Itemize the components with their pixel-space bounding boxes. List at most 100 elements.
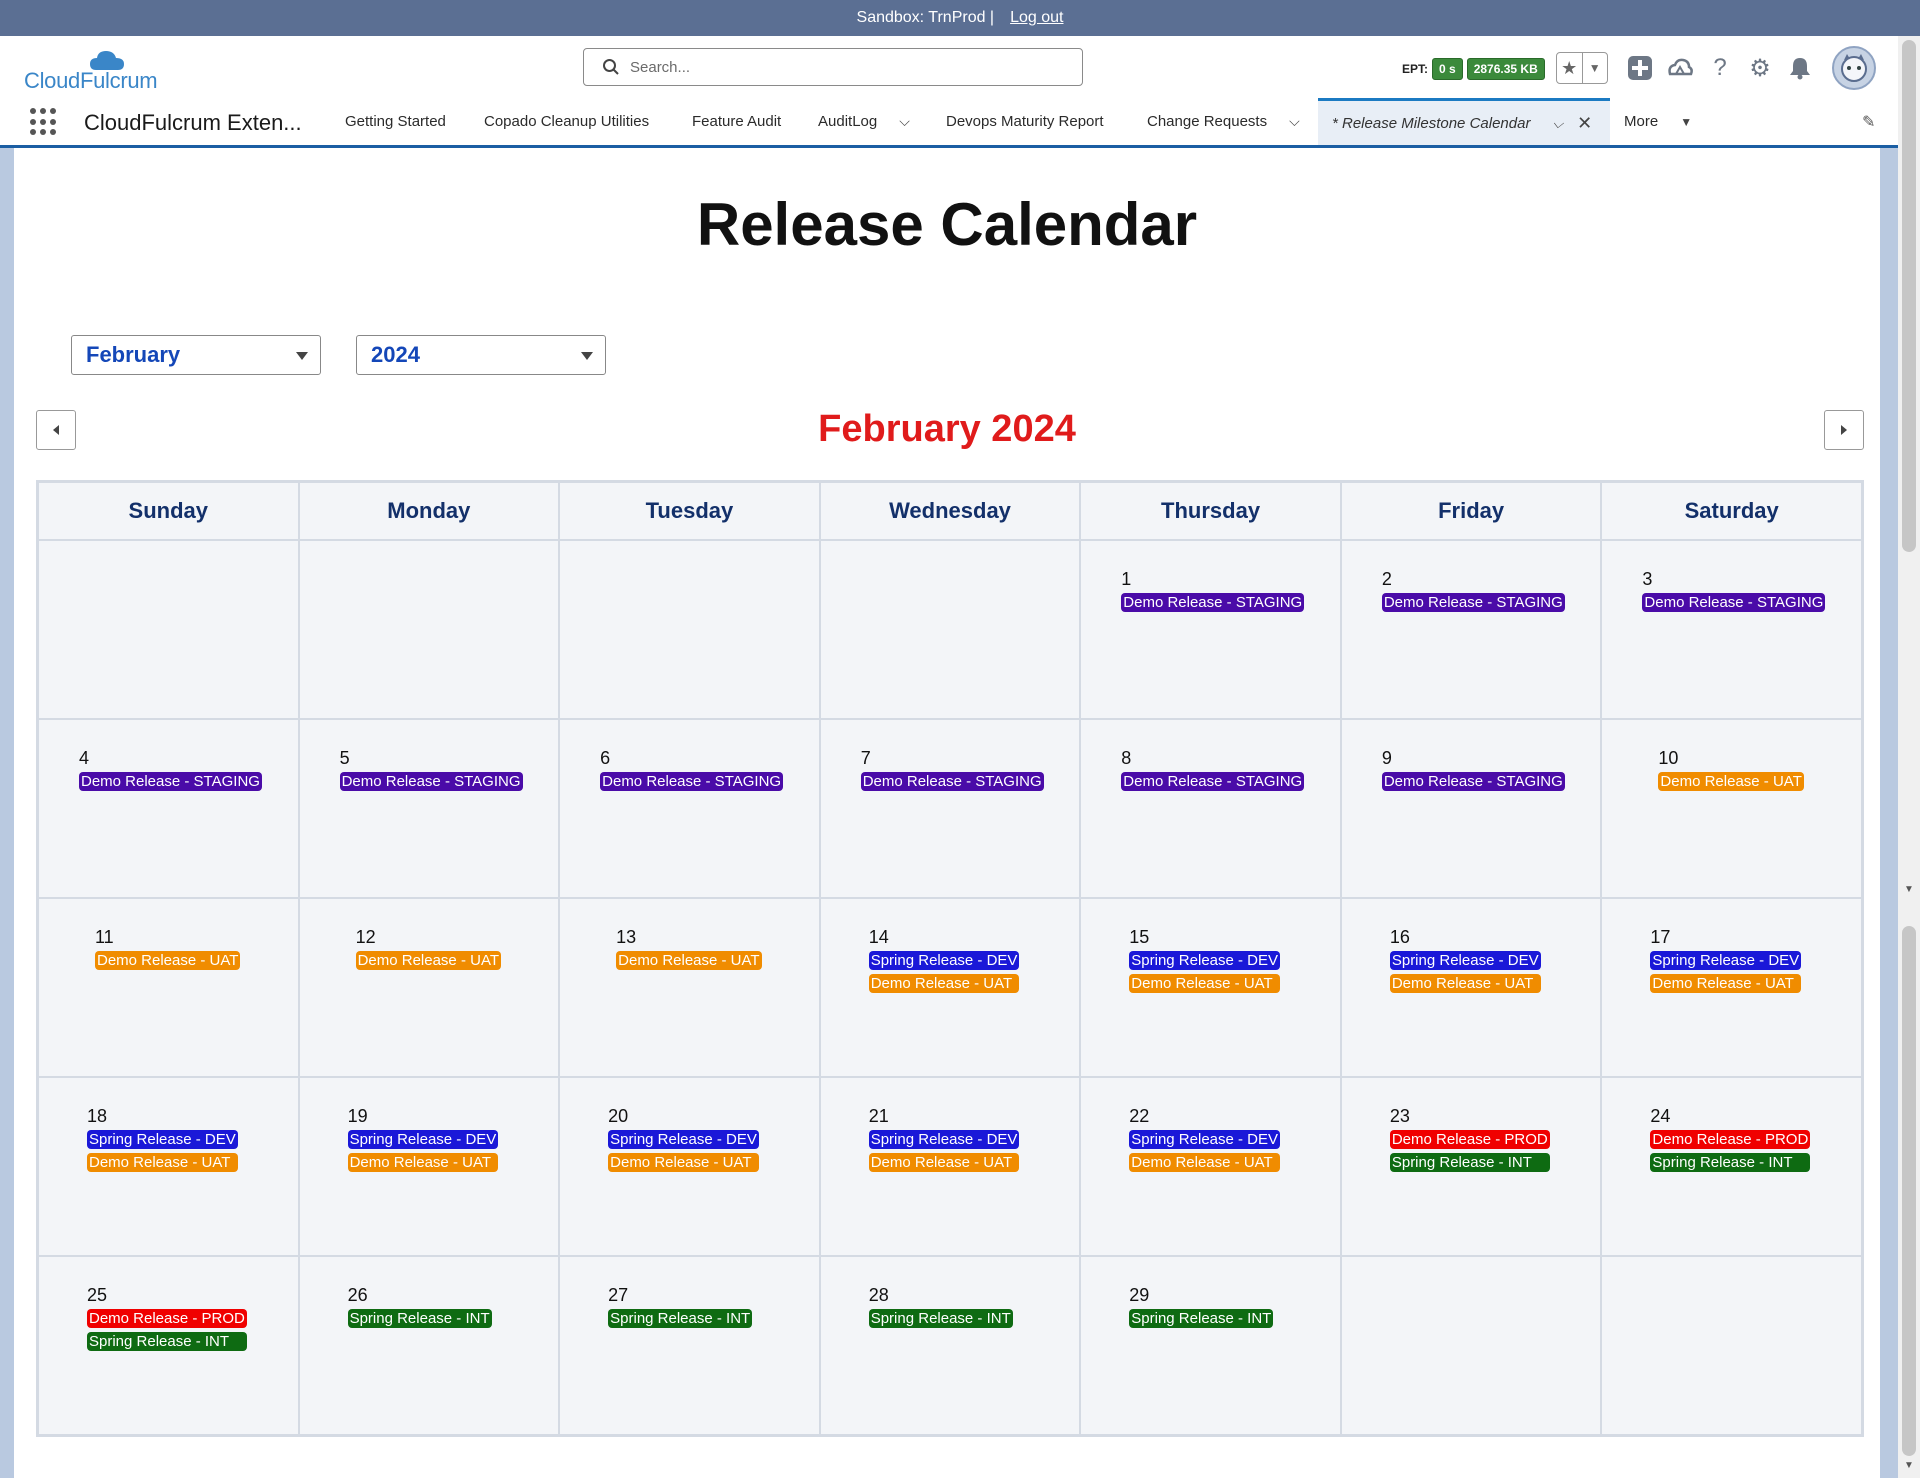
user-avatar[interactable] bbox=[1832, 46, 1876, 90]
release-event-badge[interactable]: Spring Release - DEV bbox=[608, 1130, 759, 1149]
release-event-badge[interactable]: Demo Release - STAGING bbox=[1381, 593, 1565, 612]
logo[interactable]: CloudFulcrum bbox=[24, 48, 164, 94]
release-event-badge[interactable]: Demo Release - STAGING bbox=[600, 772, 784, 791]
chevron-down-icon[interactable]: ⌵ bbox=[899, 113, 910, 130]
logout-link[interactable]: Log out bbox=[1010, 9, 1063, 27]
calendar-day-cell[interactable]: 19 Spring Release - DEV Demo Release - UAT bbox=[298, 1077, 560, 1256]
calendar-day-cell[interactable]: 26 Spring Release - INT bbox=[298, 1256, 560, 1435]
gear-icon[interactable]: ⚙ bbox=[1746, 54, 1774, 82]
calendar-day-cell[interactable]: 27 Spring Release - INT bbox=[559, 1256, 820, 1435]
tab-change-requests[interactable]: Change Requests ⌵ bbox=[1147, 98, 1300, 145]
calendar-day-cell[interactable]: 25 Demo Release - PROD Spring Release - IN… bbox=[38, 1256, 299, 1435]
release-event-badge[interactable]: Spring Release - INT bbox=[1129, 1309, 1274, 1328]
calendar-day-cell[interactable]: 14 Spring Release - DEV Demo Release - UAT bbox=[819, 898, 1081, 1077]
release-event-badge[interactable]: Spring Release - INT bbox=[868, 1309, 1013, 1328]
app-launcher-icon[interactable] bbox=[30, 108, 58, 136]
scrollbar-thumb[interactable] bbox=[1902, 40, 1916, 552]
tab-more[interactable]: More ▼ bbox=[1624, 98, 1692, 145]
search-input[interactable] bbox=[630, 58, 1050, 76]
release-event-badge[interactable]: Spring Release - INT bbox=[347, 1309, 492, 1328]
chevron-down-icon[interactable]: ⌵ bbox=[1552, 115, 1563, 132]
release-event-badge[interactable]: Spring Release - DEV bbox=[347, 1130, 499, 1149]
edit-nav-icon[interactable]: ✎ bbox=[1862, 112, 1875, 132]
add-icon[interactable] bbox=[1626, 54, 1654, 82]
calendar-day-cell[interactable]: 5 Demo Release - STAGING bbox=[298, 719, 560, 898]
year-select[interactable]: 2024 bbox=[356, 335, 606, 375]
calendar-day-cell[interactable]: 10 Demo Release - UAT bbox=[1601, 719, 1862, 898]
calendar-day-cell[interactable]: 1 Demo Release - STAGING bbox=[1080, 540, 1341, 719]
release-event-badge[interactable]: Demo Release - STAGING bbox=[79, 772, 262, 791]
release-event-badge[interactable]: Demo Release - UAT bbox=[1650, 974, 1802, 993]
release-event-badge[interactable]: Demo Release - STAGING bbox=[339, 772, 523, 791]
release-event-badge[interactable]: Demo Release - UAT bbox=[87, 1153, 238, 1172]
tab-devops-maturity-report[interactable]: Devops Maturity Report bbox=[946, 98, 1104, 145]
release-event-badge[interactable]: Demo Release - UAT bbox=[355, 951, 501, 970]
release-event-badge[interactable]: Demo Release - UAT bbox=[868, 974, 1020, 993]
calendar-day-cell[interactable]: 4 Demo Release - STAGING bbox=[38, 719, 299, 898]
release-event-badge[interactable]: Spring Release - DEV bbox=[1650, 951, 1802, 970]
calendar-day-cell[interactable]: 7 Demo Release - STAGING bbox=[819, 719, 1081, 898]
calendar-day-cell[interactable]: 23 Demo Release - PROD Spring Release - IN… bbox=[1340, 1077, 1602, 1256]
release-event-badge[interactable]: Demo Release - PROD bbox=[87, 1309, 247, 1328]
calendar-day-cell[interactable]: 17 Spring Release - DEV Demo Release - UAT bbox=[1601, 898, 1862, 1077]
scrollbar-thumb-lower[interactable] bbox=[1902, 926, 1916, 1456]
help-icon[interactable]: ? bbox=[1706, 54, 1734, 82]
release-event-badge[interactable]: Spring Release - DEV bbox=[868, 1130, 1020, 1149]
page-scrollbar[interactable]: ▼ ▼ bbox=[1898, 36, 1920, 1478]
release-event-badge[interactable]: Demo Release - PROD bbox=[1389, 1130, 1550, 1149]
calendar-day-cell[interactable]: 20 Spring Release - DEV Demo Release - UAT bbox=[559, 1077, 820, 1256]
calendar-day-cell[interactable]: 24 Demo Release - PROD Spring Release - IN… bbox=[1601, 1077, 1862, 1256]
release-event-badge[interactable]: Demo Release - STAGING bbox=[860, 772, 1044, 791]
calendar-day-cell[interactable]: 8 Demo Release - STAGING bbox=[1080, 719, 1341, 898]
star-icon[interactable]: ★ bbox=[1557, 53, 1583, 83]
release-event-badge[interactable]: Demo Release - STAGING bbox=[1642, 593, 1826, 612]
release-event-badge[interactable]: Demo Release - UAT bbox=[347, 1153, 499, 1172]
release-event-badge[interactable]: Spring Release - DEV bbox=[1129, 951, 1281, 970]
release-event-badge[interactable]: Spring Release - INT bbox=[1650, 1153, 1811, 1172]
calendar-day-cell[interactable]: 21 Spring Release - DEV Demo Release - UAT bbox=[819, 1077, 1081, 1256]
release-event-badge[interactable]: Spring Release - INT bbox=[608, 1309, 753, 1328]
release-event-badge[interactable]: Spring Release - DEV bbox=[1129, 1130, 1281, 1149]
release-event-badge[interactable]: Demo Release - STAGING bbox=[1381, 772, 1565, 791]
release-event-badge[interactable]: Demo Release - UAT bbox=[1658, 772, 1804, 791]
chevron-down-icon[interactable]: ⌵ bbox=[1289, 113, 1300, 130]
bell-icon[interactable] bbox=[1786, 54, 1814, 82]
calendar-day-cell[interactable]: 28 Spring Release - INT bbox=[819, 1256, 1081, 1435]
tab-auditlog[interactable]: AuditLog ⌵ bbox=[818, 98, 910, 145]
tab-feature-audit[interactable]: Feature Audit bbox=[692, 98, 781, 145]
tab-copado-cleanup-utilities[interactable]: Copado Cleanup Utilities bbox=[484, 98, 649, 145]
caret-down-icon[interactable]: ▼ bbox=[1680, 115, 1692, 129]
release-event-badge[interactable]: Demo Release - PROD bbox=[1650, 1130, 1811, 1149]
release-event-badge[interactable]: Demo Release - UAT bbox=[608, 1153, 759, 1172]
chevron-down-icon[interactable]: ▼ bbox=[1583, 53, 1608, 83]
calendar-day-cell[interactable]: 15 Spring Release - DEV Demo Release - UAT bbox=[1080, 898, 1341, 1077]
close-icon[interactable]: ✕ bbox=[1577, 113, 1592, 134]
calendar-day-cell[interactable]: 6 Demo Release - STAGING bbox=[559, 719, 820, 898]
release-event-badge[interactable]: Spring Release - DEV bbox=[87, 1130, 238, 1149]
trailhead-icon[interactable] bbox=[1666, 54, 1694, 82]
calendar-day-cell[interactable]: 18 Spring Release - DEV Demo Release - UAT bbox=[38, 1077, 299, 1256]
calendar-day-cell[interactable]: 29 Spring Release - INT bbox=[1080, 1256, 1341, 1435]
calendar-day-cell[interactable]: 9 Demo Release - STAGING bbox=[1340, 719, 1602, 898]
calendar-day-cell[interactable]: 16 Spring Release - DEV Demo Release - UAT bbox=[1340, 898, 1602, 1077]
release-event-badge[interactable]: Demo Release - STAGING bbox=[1121, 772, 1305, 791]
calendar-day-cell[interactable]: 3 Demo Release - STAGING bbox=[1601, 540, 1862, 719]
calendar-day-cell[interactable]: 22 Spring Release - DEV Demo Release - UAT bbox=[1080, 1077, 1341, 1256]
calendar-day-cell[interactable]: 2 Demo Release - STAGING bbox=[1340, 540, 1602, 719]
release-event-badge[interactable]: Spring Release - INT bbox=[87, 1332, 247, 1351]
release-event-badge[interactable]: Demo Release - UAT bbox=[1389, 974, 1541, 993]
release-event-badge[interactable]: Demo Release - UAT bbox=[95, 951, 241, 970]
release-event-badge[interactable]: Spring Release - DEV bbox=[1389, 951, 1541, 970]
scroll-down-icon[interactable]: ▼ bbox=[1904, 884, 1914, 895]
calendar-day-cell[interactable]: 12 Demo Release - UAT bbox=[298, 898, 560, 1077]
tab-release-milestone-calendar[interactable]: * Release Milestone Calendar ⌵ ✕ bbox=[1318, 98, 1610, 145]
release-event-badge[interactable]: Spring Release - INT bbox=[1389, 1153, 1550, 1172]
scroll-down-icon[interactable]: ▼ bbox=[1904, 1460, 1914, 1471]
next-month-button[interactable] bbox=[1824, 410, 1864, 450]
release-event-badge[interactable]: Demo Release - UAT bbox=[1129, 1153, 1281, 1172]
month-select[interactable]: February bbox=[71, 335, 321, 375]
release-event-badge[interactable]: Demo Release - STAGING bbox=[1121, 593, 1305, 612]
global-search[interactable] bbox=[583, 48, 1083, 86]
release-event-badge[interactable]: Spring Release - DEV bbox=[868, 951, 1020, 970]
release-event-badge[interactable]: Demo Release - UAT bbox=[1129, 974, 1281, 993]
